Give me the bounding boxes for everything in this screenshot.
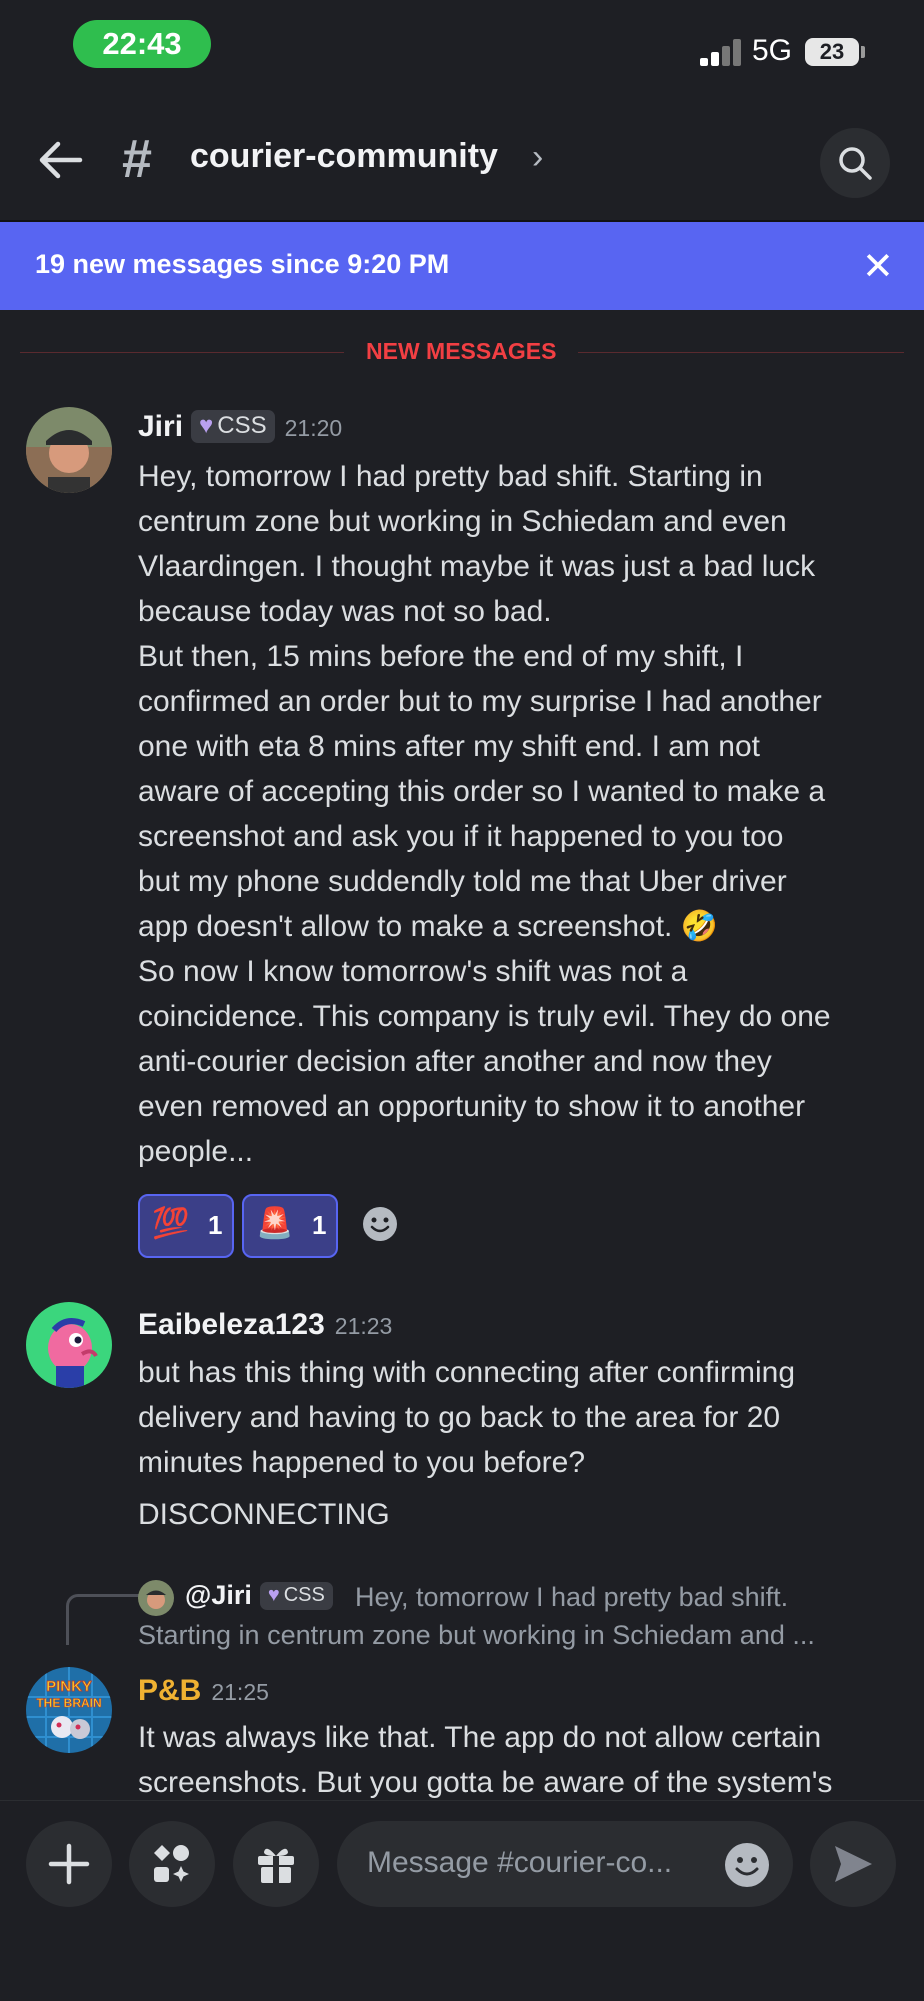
new-messages-label: NEW MESSAGES (344, 338, 579, 365)
message-body: but has this thing with connecting after… (138, 1356, 796, 1531)
author-name[interactable]: P&B (138, 1674, 201, 1707)
status-time: 22:43 (73, 20, 211, 68)
send-icon (835, 1846, 872, 1882)
signal-icon (700, 38, 744, 66)
heart-icon: ♥ (267, 1584, 280, 1606)
channel-hash-icon: # (122, 129, 153, 189)
message-input-placeholder: Message #courier-co... (367, 1846, 673, 1879)
apps-button[interactable] (129, 1821, 215, 1907)
search-icon (839, 147, 872, 180)
battery-tip (861, 46, 865, 58)
message-author[interactable]: P&B 21:25 (138, 1674, 269, 1708)
reply-preview[interactable]: Hey, tomorrow I had pretty bad shift. (355, 1582, 788, 1613)
hundred-points-icon: 💯 (152, 1207, 190, 1240)
gift-button[interactable] (233, 1821, 319, 1907)
channel-title[interactable]: courier-community (190, 137, 498, 176)
heart-icon: ♥ (199, 412, 214, 439)
reaction-count: 1 (208, 1210, 223, 1240)
reaction-count: 1 (312, 1210, 327, 1240)
reaction-100[interactable]: 💯 1 (138, 1194, 234, 1258)
reply-preview-continued[interactable]: Starting in centrum zone but working in … (138, 1620, 815, 1651)
gift-icon (258, 1848, 294, 1883)
message-body: Hey, tomorrow I had pretty bad shift. St… (138, 460, 831, 1168)
message-time: 21:20 (284, 415, 343, 441)
avatar[interactable] (26, 407, 112, 493)
chevron-right-icon[interactable]: › (532, 138, 543, 177)
plus-icon (48, 1843, 90, 1885)
back-arrow-icon[interactable] (36, 140, 84, 180)
banner-text: 19 new messages since 9:20 PM (35, 249, 450, 279)
network-type: 5G (752, 34, 793, 67)
search-button[interactable] (820, 128, 890, 198)
message-time: 21:25 (211, 1679, 269, 1705)
status-bar: 22:43 5G 23 (0, 0, 924, 100)
message-input[interactable]: Message #courier-co... (337, 1821, 793, 1907)
message-composer: Message #courier-co... (0, 1800, 924, 2001)
avatar[interactable]: PINKY THE BRAIN (26, 1667, 112, 1753)
siren-icon: 🚨 (256, 1207, 294, 1240)
channel-header: # courier-community › (0, 100, 924, 222)
reply-mention[interactable]: @Jiri ♥ CSS (185, 1580, 333, 1611)
reaction-siren[interactable]: 🚨 1 (242, 1194, 338, 1258)
reply-avatar (138, 1580, 174, 1616)
close-icon[interactable]: ✕ (862, 244, 894, 289)
message-author[interactable]: Jiri ♥ CSS 21:20 (138, 410, 342, 444)
svg-text:PINKY: PINKY (46, 1678, 92, 1695)
message-time: 21:23 (334, 1313, 393, 1339)
role-tag: ♥ CSS (191, 410, 275, 443)
battery-icon: 23 (805, 38, 859, 66)
add-attachment-button[interactable] (26, 1821, 112, 1907)
send-button[interactable] (810, 1821, 896, 1907)
role-tag: ♥ CSS (259, 1582, 333, 1610)
message-author[interactable]: Eaibeleza123 21:23 (138, 1308, 392, 1342)
reply-connector (66, 1594, 139, 1645)
avatar[interactable] (26, 1302, 112, 1388)
emoji-icon[interactable] (724, 1842, 770, 1888)
message-body: It was always like that. The app do not … (138, 1721, 833, 1799)
new-messages-banner[interactable]: 19 new messages since 9:20 PM ✕ (0, 222, 924, 310)
add-reaction-icon[interactable] (362, 1206, 398, 1242)
apps-icon (154, 1845, 189, 1882)
svg-text:THE BRAIN: THE BRAIN (36, 1696, 101, 1710)
